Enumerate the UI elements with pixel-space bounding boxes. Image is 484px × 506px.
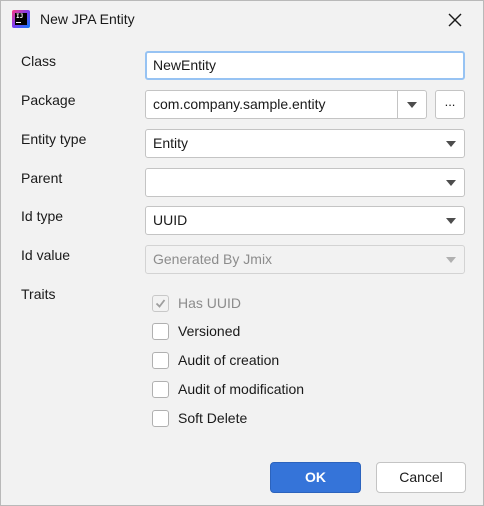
close-button[interactable] bbox=[439, 5, 471, 35]
package-label: Package bbox=[21, 92, 76, 108]
dialog-title: New JPA Entity bbox=[40, 11, 135, 27]
checkmark-icon bbox=[155, 298, 166, 308]
id-value-select: Generated By Jmix bbox=[145, 245, 465, 274]
ok-button[interactable]: OK bbox=[270, 462, 361, 493]
class-input-value: NewEntity bbox=[153, 57, 217, 73]
soft-delete-checkbox[interactable] bbox=[152, 409, 169, 427]
id-type-select[interactable]: UUID bbox=[145, 206, 465, 235]
entity-type-select[interactable]: Entity bbox=[145, 129, 465, 158]
trait-has-uuid: Has UUID bbox=[152, 293, 241, 313]
has-uuid-label: Has UUID bbox=[178, 295, 242, 311]
chevron-down-icon bbox=[407, 102, 417, 108]
trait-audit-modification[interactable]: Audit of modification bbox=[152, 379, 304, 399]
audit-of-creation-label[interactable]: Audit of creation bbox=[178, 352, 279, 368]
parent-select[interactable] bbox=[145, 168, 465, 197]
class-label: Class bbox=[21, 53, 57, 69]
intellij-app-icon: IJ bbox=[12, 10, 30, 28]
soft-delete-label[interactable]: Soft Delete bbox=[178, 410, 247, 426]
package-input[interactable]: com.company.sample.entity bbox=[145, 90, 427, 119]
id-type-value: UUID bbox=[153, 212, 188, 228]
audit-of-modification-label[interactable]: Audit of modification bbox=[178, 381, 304, 397]
cancel-button[interactable]: Cancel bbox=[376, 462, 466, 493]
trait-versioned[interactable]: Versioned bbox=[152, 321, 240, 341]
class-input[interactable]: NewEntity bbox=[145, 51, 465, 80]
versioned-checkbox[interactable] bbox=[152, 322, 169, 340]
trait-audit-creation[interactable]: Audit of creation bbox=[152, 350, 279, 370]
package-browse-button[interactable]: ... bbox=[435, 90, 465, 119]
parent-label: Parent bbox=[21, 170, 63, 186]
title-bar: IJ New JPA Entity bbox=[1, 1, 483, 39]
chevron-down-icon bbox=[446, 257, 456, 263]
traits-label: Traits bbox=[21, 286, 56, 302]
chevron-down-icon bbox=[446, 218, 456, 224]
id-value-label: Id value bbox=[21, 247, 71, 263]
id-value-value: Generated By Jmix bbox=[153, 251, 273, 267]
trait-soft-delete[interactable]: Soft Delete bbox=[152, 408, 247, 428]
has-uuid-checkbox bbox=[152, 294, 169, 312]
chevron-down-icon bbox=[446, 180, 456, 186]
package-dropdown-button[interactable] bbox=[398, 91, 425, 118]
id-type-label: Id type bbox=[21, 208, 64, 224]
entity-type-value: Entity bbox=[153, 135, 189, 151]
package-input-value: com.company.sample.entity bbox=[153, 96, 326, 112]
versioned-label[interactable]: Versioned bbox=[178, 323, 240, 339]
close-icon bbox=[448, 13, 462, 27]
entity-type-label: Entity type bbox=[21, 131, 87, 147]
audit-of-modification-checkbox[interactable] bbox=[152, 380, 169, 398]
audit-of-creation-checkbox[interactable] bbox=[152, 351, 169, 369]
chevron-down-icon bbox=[446, 141, 456, 147]
new-jpa-entity-dialog: IJ New JPA Entity Class NewEntity Packag… bbox=[0, 0, 484, 506]
